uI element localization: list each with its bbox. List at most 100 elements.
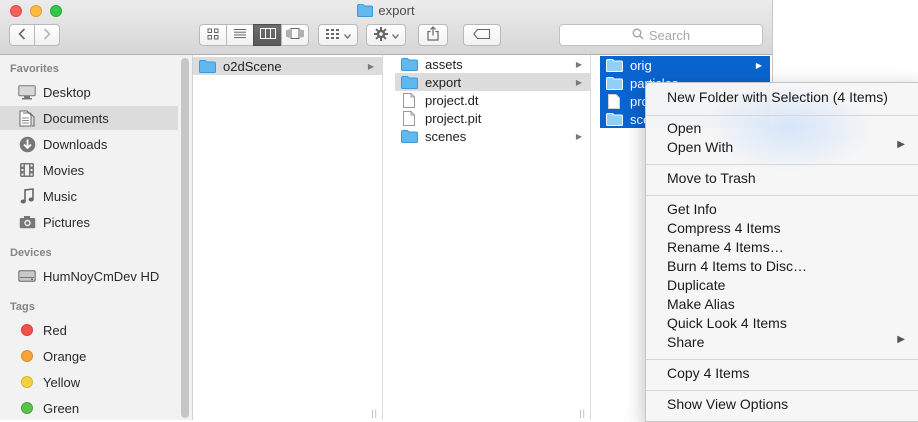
menu-item-label: Open [667,120,702,136]
list-item-assets[interactable]: assets ▶ [395,55,590,73]
menu-item-label: Copy 4 Items [667,365,750,381]
context-menu: New Folder with Selection (4 Items) Open… [645,82,918,422]
sidebar-tag-orange[interactable]: Orange [0,344,178,368]
arrange-button[interactable] [318,24,358,46]
list-item-project-pit[interactable]: project.pit [395,109,590,127]
tag-button[interactable] [463,24,501,46]
sidebar-scrollbar[interactable] [181,58,189,418]
list-item-export[interactable]: export ▶ [395,73,590,91]
menu-item-label: Quick Look 4 Items [667,315,787,331]
item-name: assets [425,56,463,72]
menu-item-label: Share [667,334,705,350]
menu-item-copy[interactable]: Copy 4 Items [667,365,918,384]
arrange-grid-icon [325,28,340,42]
sidebar-tag-green[interactable]: Green [0,396,178,420]
list-item-project-dt[interactable]: project.dt [395,91,590,109]
folder-icon [605,76,623,90]
sidebar-item-pictures[interactable]: Pictures [0,210,178,234]
search-field[interactable]: Search [559,24,763,46]
search-placeholder: Search [648,27,691,43]
sidebar-item-label: Music [43,188,77,204]
menu-item-label: Burn 4 Items to Disc… [667,258,808,274]
forward-button[interactable] [34,24,60,46]
menu-item-duplicate[interactable]: Duplicate [667,277,918,296]
menu-item-label: Move to Trash [667,170,756,186]
sidebar-tag-red[interactable]: Red [0,318,178,342]
menu-separator [646,359,918,360]
sidebar-item-downloads[interactable]: Downloads [0,132,178,156]
sidebar-item-label: Yellow [43,374,81,390]
menu-item-get-info[interactable]: Get Info [667,201,918,220]
item-name: scenes [425,128,467,144]
menu-item-quick-look[interactable]: Quick Look 4 Items [667,315,918,334]
tag-icon [473,28,491,42]
menu-item-make-alias[interactable]: Make Alias [667,296,918,315]
item-name: o2dScene [223,58,282,74]
menu-item-open-with[interactable]: Open With ▶ [667,139,918,158]
list-icon [233,28,247,42]
hard-drive-icon [17,270,37,282]
column-resize-handle[interactable]: || [579,408,586,418]
document-icon [605,93,623,109]
folder-icon [400,75,418,89]
sidebar-item-documents[interactable]: Documents [0,106,178,130]
document-icon [400,92,418,108]
menu-separator [646,390,918,391]
sidebar-item-desktop[interactable]: Desktop [0,80,178,104]
menu-item-label: Duplicate [667,277,726,293]
column-2: assets ▶ export ▶ project.dt project.pit… [395,55,591,420]
share-button[interactable] [418,24,448,46]
menu-separator [646,164,918,165]
icon-grid-icon [207,28,219,43]
sidebar-tag-yellow[interactable]: Yellow [0,370,178,394]
column-view-button[interactable] [253,24,282,46]
cover-flow-button[interactable] [281,24,309,46]
list-item-o2dscene[interactable]: o2dScene ▶ [193,57,382,75]
sidebar-item-label: Documents [43,110,109,126]
menu-item-burn-to-disc[interactable]: Burn 4 Items to Disc… [667,258,918,277]
action-button[interactable] [366,24,406,46]
disclosure-arrow-icon: ▶ [367,61,374,71]
menu-separator [646,195,918,196]
back-button[interactable] [9,24,35,46]
share-icon [427,26,439,44]
devices-header: Devices [10,247,52,259]
sidebar: Favorites Desktop Documents Downloads Mo… [0,55,193,420]
disclosure-arrow-icon: ▶ [755,60,762,70]
sidebar-item-label: Movies [43,162,85,178]
sidebar-item-hard-drive[interactable]: HumNoyCmDev HD [0,264,178,288]
window-title: export [0,3,772,20]
list-item-scenes[interactable]: scenes ▶ [395,127,590,145]
menu-item-rename[interactable]: Rename 4 Items… [667,239,918,258]
list-item-orig[interactable]: orig ▶ [600,56,770,74]
item-name: project.dt [425,92,479,108]
sidebar-item-movies[interactable]: Movies [0,158,178,182]
menu-item-move-to-trash[interactable]: Move to Trash [667,170,918,189]
menu-item-label: Open With [667,139,734,155]
column-1: o2dScene ▶ || [193,55,383,420]
menu-item-label: Rename 4 Items… [667,239,784,255]
column-resize-handle[interactable]: || [371,408,378,418]
menu-item-open[interactable]: Open [667,120,918,139]
disclosure-arrow-icon: ▶ [575,77,582,87]
icon-view-button[interactable] [199,24,227,46]
menu-item-new-folder-with-selection[interactable]: New Folder with Selection (4 Items) [667,89,918,108]
tags-header: Tags [10,301,35,313]
downloads-icon [17,136,37,153]
chevron-down-icon [391,28,399,42]
menu-item-show-view-options[interactable]: Show View Options [667,396,918,415]
folder-icon [400,129,418,143]
submenu-arrow-icon: ▶ [897,139,905,150]
menu-item-compress[interactable]: Compress 4 Items [667,220,918,239]
nav-buttons [9,24,60,46]
tag-dot-yellow-icon [17,376,37,388]
menu-item-share[interactable]: Share ▶ [667,334,918,353]
menu-item-label: New Folder with Selection (4 Items) [667,89,888,105]
sidebar-item-music[interactable]: Music [0,184,178,208]
document-icon [400,110,418,126]
sidebar-item-label: Desktop [43,84,91,100]
submenu-arrow-icon: ▶ [897,334,905,345]
tag-dot-orange-icon [17,350,37,362]
cover-flow-icon [286,28,304,42]
list-view-button[interactable] [226,24,254,46]
